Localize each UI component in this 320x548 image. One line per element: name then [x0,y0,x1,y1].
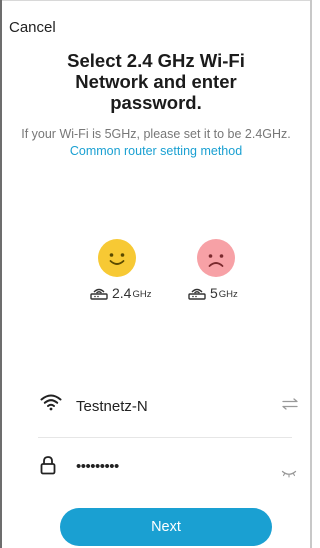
page-subtitle: If your Wi-Fi is 5GHz, please set it to … [20,126,292,160]
field-divider [38,437,292,438]
subtitle-text: If your Wi-Fi is 5GHz, please set it to … [21,127,291,141]
top-border [0,0,312,1]
swap-icon[interactable] [281,397,299,415]
band-2-4ghz: 2.4 GHz [90,286,151,300]
left-edge [0,0,2,548]
wifi-setup-screen: Cancel Select 2.4 GHz Wi-Fi Network and … [0,0,312,548]
ssid-field[interactable]: Testnetz-N [76,398,148,415]
band-unit: GHz [218,289,238,300]
band-unit: GHz [132,289,152,300]
happy-face-icon [98,239,136,277]
router-setting-link[interactable]: Common router setting method [70,144,242,158]
password-field[interactable]: ••••••••• [76,458,119,475]
page-title: Select 2.4 GHz Wi-Fi Network and enter p… [67,50,245,113]
router-icon [90,286,108,300]
router-icon [188,286,206,300]
eye-closed-icon[interactable] [281,465,297,483]
band-number: 2.4 [112,285,132,301]
sad-face-icon [197,239,235,277]
right-edge [310,0,312,548]
lock-icon [40,455,56,480]
cancel-button[interactable]: Cancel [9,19,56,36]
band-5ghz: 5 GHz [188,286,238,300]
band-number: 5 [210,285,218,301]
next-button[interactable]: Next [60,508,272,546]
wifi-icon [40,393,62,416]
